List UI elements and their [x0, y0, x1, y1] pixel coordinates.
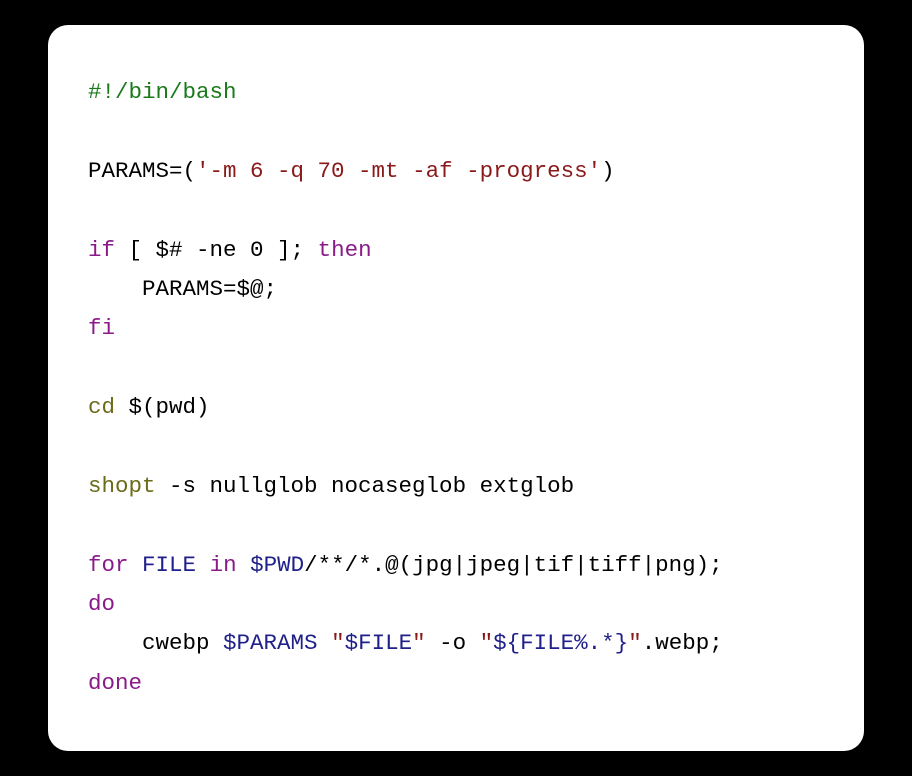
args-var: $@;: [237, 276, 278, 302]
indent: [88, 276, 142, 302]
code-card: #!/bin/bash PARAMS=('-m 6 -q 70 -mt -af …: [48, 25, 864, 751]
expansion-op: %.*}: [574, 630, 628, 656]
quote: ": [331, 630, 345, 656]
params-assign: PARAMS=: [142, 276, 237, 302]
file-ident2: FILE: [520, 630, 574, 656]
quote: ": [412, 630, 426, 656]
eq-open: =(: [169, 158, 196, 184]
if-condition: [ $# -ne 0 ];: [115, 237, 318, 263]
code-block: #!/bin/bash PARAMS=('-m 6 -q 70 -mt -af …: [88, 73, 824, 703]
sp: [196, 552, 210, 578]
fi-keyword: fi: [88, 315, 115, 341]
params-var: PARAMS: [88, 158, 169, 184]
file-ident: FILE: [142, 552, 196, 578]
cwebp-cmd: cwebp: [88, 630, 223, 656]
do-keyword: do: [88, 591, 115, 617]
glob-pattern: /**/*.@(jpg|jpeg|tif|tiff|png);: [304, 552, 723, 578]
quote: ": [480, 630, 494, 656]
cd-builtin: cd: [88, 394, 115, 420]
params-string: '-m 6 -q 70 -mt -af -progress': [196, 158, 601, 184]
params-ref: $PARAMS: [223, 630, 318, 656]
cd-arg: $(pwd): [115, 394, 210, 420]
o-flag: -o: [426, 630, 480, 656]
sp: [129, 552, 143, 578]
file-ref: $FILE: [345, 630, 413, 656]
then-keyword: then: [318, 237, 372, 263]
quote: ": [628, 630, 642, 656]
shopt-args: -s nullglob nocaseglob extglob: [156, 473, 575, 499]
close-paren: ): [601, 158, 615, 184]
for-keyword: for: [88, 552, 129, 578]
sp: [318, 630, 332, 656]
shopt-builtin: shopt: [88, 473, 156, 499]
in-keyword: in: [210, 552, 237, 578]
webp-ext: .webp;: [642, 630, 723, 656]
pwd-var: $PWD: [250, 552, 304, 578]
if-keyword: if: [88, 237, 115, 263]
done-keyword: done: [88, 670, 142, 696]
shebang-line: #!/bin/bash: [88, 79, 237, 105]
expansion-open: ${: [493, 630, 520, 656]
sp: [237, 552, 251, 578]
